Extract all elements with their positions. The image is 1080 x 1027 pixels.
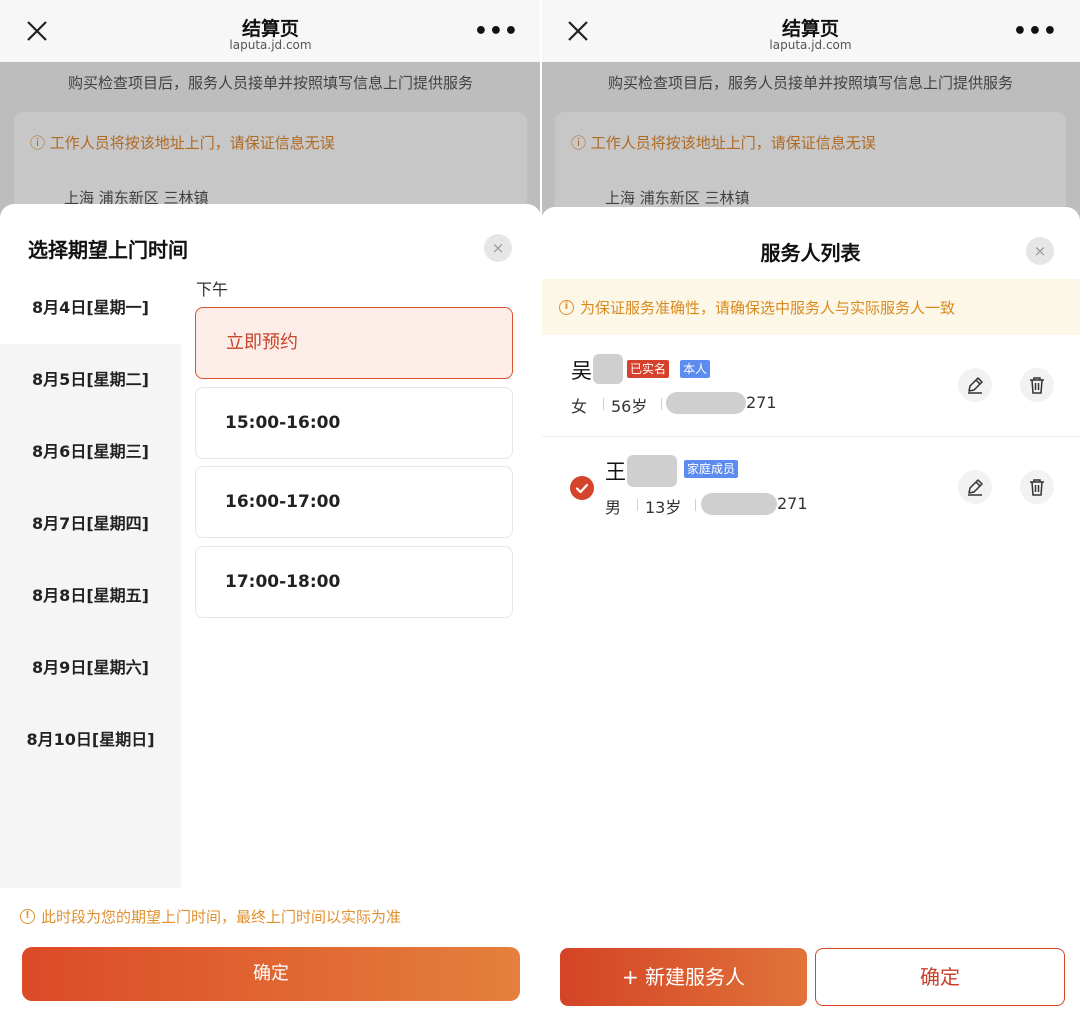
- add-person-button[interactable]: + 新建服务人: [560, 948, 807, 1006]
- sheet-title: 服务人列表: [760, 241, 861, 265]
- person-gender: 女: [571, 397, 588, 416]
- time-slot[interactable]: 16:00-17:00: [195, 466, 513, 538]
- person-warning-text: 为保证服务准确性，请确保选中服务人与实际服务人一致: [580, 298, 956, 317]
- edit-button[interactable]: [958, 470, 992, 504]
- confirm-button[interactable]: 确定: [22, 947, 520, 1001]
- date-item[interactable]: 8月6日[星期三]: [0, 437, 181, 467]
- name-mask: [627, 455, 677, 487]
- separator: [661, 398, 662, 410]
- edit-icon: [968, 377, 983, 394]
- person-surname: 王: [605, 460, 626, 484]
- separator: [637, 499, 638, 511]
- person-phone-tail: 271: [777, 494, 808, 513]
- check-icon[interactable]: [570, 476, 594, 500]
- row-divider: [541, 436, 1080, 437]
- phone-mask: [701, 493, 777, 515]
- person-row[interactable]: 吴 已实名 本人 女 56岁 271: [541, 336, 1080, 436]
- trash-icon: [1030, 377, 1044, 394]
- phone-mask: [666, 392, 746, 414]
- date-item[interactable]: 8月10日[星期日]: [0, 725, 181, 755]
- delete-button[interactable]: [1020, 368, 1054, 402]
- page-url: laputa.jd.com: [229, 38, 312, 52]
- edit-button[interactable]: [958, 368, 992, 402]
- page-url: laputa.jd.com: [769, 38, 852, 52]
- nav-bar: 结算页 laputa.jd.com •••: [541, 0, 1080, 62]
- person-age: 13岁: [645, 498, 682, 517]
- date-item[interactable]: 8月9日[星期六]: [0, 653, 181, 683]
- delete-button[interactable]: [1020, 470, 1054, 504]
- person-warning: i 为保证服务准确性，请确保选中服务人与实际服务人一致: [541, 279, 1080, 335]
- confirm-button[interactable]: 确定: [815, 948, 1065, 1006]
- separator: [603, 398, 604, 410]
- person-surname: 吴: [571, 359, 592, 383]
- more-icon[interactable]: •••: [474, 19, 519, 44]
- date-item[interactable]: 8月5日[星期二]: [0, 365, 181, 395]
- screen-divider: [540, 0, 542, 1027]
- tag-verified: 已实名: [627, 360, 670, 378]
- time-slot-selected[interactable]: 立即预约: [195, 307, 513, 379]
- date-item[interactable]: 8月8日[星期五]: [0, 581, 181, 611]
- info-icon: i: [559, 299, 574, 315]
- date-item[interactable]: 8月7日[星期四]: [0, 509, 181, 539]
- edit-icon: [968, 479, 983, 496]
- right-screen: 结算页 laputa.jd.com ••• 购买检查项目后，服务人员接单并按照填…: [541, 0, 1080, 1027]
- date-list: [0, 342, 181, 888]
- time-tip-text: 此时段为您的期望上门时间，最终上门时间以实际为准: [41, 908, 402, 926]
- info-icon: !: [20, 909, 35, 924]
- page-title: 结算页: [241, 18, 299, 40]
- more-icon[interactable]: •••: [1013, 19, 1058, 44]
- nav-bar: 结算页 laputa.jd.com •••: [0, 0, 541, 62]
- person-phone-tail: 271: [746, 393, 777, 412]
- time-picker-sheet: 选择期望上门时间 × 8月4日[星期一] 8月5日[星期二] 8月6日[星期三]…: [0, 204, 541, 1027]
- trash-icon: [1030, 479, 1044, 496]
- person-age: 56岁: [611, 397, 648, 416]
- page-title: 结算页: [781, 18, 839, 40]
- name-mask: [593, 354, 623, 384]
- left-screen: 结算页 laputa.jd.com ••• 购买检查项目后，服务人员接单并按照填…: [0, 0, 541, 1027]
- period-label: 下午: [196, 280, 229, 299]
- tag-family: 家庭成员: [684, 460, 739, 478]
- sheet-title: 选择期望上门时间: [28, 238, 188, 262]
- person-list-sheet: 服务人列表 × i 为保证服务准确性，请确保选中服务人与实际服务人一致 吴 已实…: [541, 207, 1080, 1027]
- close-icon[interactable]: ×: [1026, 237, 1054, 265]
- person-gender: 男: [605, 498, 622, 517]
- person-row[interactable]: 王 家庭成员 男 13岁 271: [541, 438, 1080, 538]
- separator: [695, 499, 696, 511]
- time-slot[interactable]: 15:00-16:00: [195, 387, 513, 459]
- close-icon[interactable]: ×: [484, 234, 512, 262]
- time-slot[interactable]: 17:00-18:00: [195, 546, 513, 618]
- time-tip: ! 此时段为您的期望上门时间，最终上门时间以实际为准: [20, 906, 401, 927]
- date-item[interactable]: 8月4日[星期一]: [0, 293, 181, 323]
- tag-self: 本人: [680, 360, 711, 378]
